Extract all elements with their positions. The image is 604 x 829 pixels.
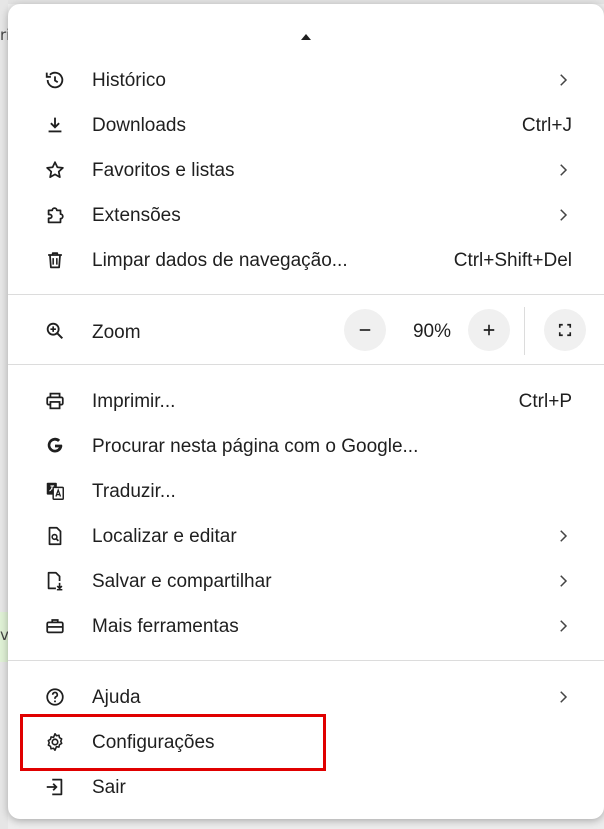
menu-item-label: Salvar e compartilhar (92, 571, 272, 592)
menu-divider (8, 660, 604, 661)
menu-item-label: Mais ferramentas (92, 616, 239, 637)
trash-icon (44, 249, 66, 271)
menu-item-label: Limpar dados de navegação... (92, 250, 348, 271)
gear-icon (44, 731, 66, 753)
zoom-label: Zoom (92, 322, 141, 343)
keyboard-shortcut: Ctrl+J (521, 115, 572, 136)
menu-item-imprimir[interactable]: Imprimir... Ctrl+P (8, 379, 604, 424)
menu-item-localizar[interactable]: Localizar e editar (8, 514, 604, 559)
find-page-icon (44, 525, 66, 547)
zoom-level: 90% (412, 321, 452, 342)
exit-icon (44, 776, 66, 798)
plus-icon (483, 324, 495, 336)
toolbox-icon (44, 615, 66, 637)
zoom-out-button[interactable] (344, 309, 386, 351)
printer-icon (44, 390, 66, 412)
menu-item-label: Histórico (92, 70, 166, 91)
menu-item-historico[interactable]: Histórico (8, 58, 604, 103)
menu-item-label: Favoritos e listas (92, 160, 235, 181)
background-page-edge (0, 0, 8, 829)
menu-item-google-search[interactable]: Procurar nesta página com o Google... (8, 424, 604, 469)
chevron-right-icon (554, 161, 572, 179)
fullscreen-button[interactable] (544, 309, 586, 351)
menu-item-favoritos[interactable]: Favoritos e listas (8, 148, 604, 193)
chevron-right-icon (554, 527, 572, 545)
zoom-in-icon (44, 320, 66, 342)
chevron-right-icon (554, 206, 572, 224)
chevron-right-icon (554, 572, 572, 590)
keyboard-shortcut: Ctrl+P (518, 391, 572, 412)
minus-icon (359, 329, 371, 331)
menu-item-extensoes[interactable]: Extensões (8, 193, 604, 238)
fullscreen-icon (558, 323, 572, 337)
menu-divider (8, 294, 604, 295)
menu-item-label: Configurações (92, 732, 215, 753)
menu-item-label: Ajuda (92, 687, 141, 708)
menu-item-mais-ferramentas[interactable]: Mais ferramentas (8, 604, 604, 649)
translate-icon (44, 480, 66, 502)
menu-caret-icon (301, 34, 311, 40)
keyboard-shortcut: Ctrl+Shift+Del (453, 250, 572, 271)
chevron-right-icon (554, 688, 572, 706)
zoom-separator (524, 307, 525, 355)
menu-item-label: Traduzir... (92, 481, 176, 502)
history-icon (44, 69, 66, 91)
google-icon (44, 435, 66, 457)
menu-item-salvar-compartilhar[interactable]: Salvar e compartilhar (8, 559, 604, 604)
menu-item-downloads[interactable]: Downloads Ctrl+J (8, 103, 604, 148)
menu-item-label: Localizar e editar (92, 526, 237, 547)
menu-item-label: Sair (92, 777, 126, 798)
menu-item-label: Imprimir... (92, 391, 176, 412)
chevron-right-icon (554, 617, 572, 635)
help-icon (44, 686, 66, 708)
zoom-in-button[interactable] (468, 309, 510, 351)
menu-item-label: Extensões (92, 205, 181, 226)
download-icon (44, 114, 66, 136)
menu-item-traduzir[interactable]: Traduzir... (8, 469, 604, 514)
menu-item-ajuda[interactable]: Ajuda (8, 675, 604, 720)
menu-divider (8, 364, 604, 365)
menu-item-label: Procurar nesta página com o Google... (92, 436, 419, 457)
star-icon (44, 159, 66, 181)
chevron-right-icon (554, 71, 572, 89)
zoom-row: Zoom 90% (8, 307, 604, 355)
puzzle-icon (44, 204, 66, 226)
menu-item-limpar-dados[interactable]: Limpar dados de navegação... Ctrl+Shift+… (8, 238, 604, 283)
save-share-icon (44, 570, 66, 592)
menu-item-configuracoes[interactable]: Configurações (8, 720, 604, 765)
menu-item-label: Downloads (92, 115, 186, 136)
browser-main-menu: Histórico Downloads Ctrl+J Favoritos e l… (8, 4, 604, 819)
menu-item-sair[interactable]: Sair (8, 765, 604, 810)
